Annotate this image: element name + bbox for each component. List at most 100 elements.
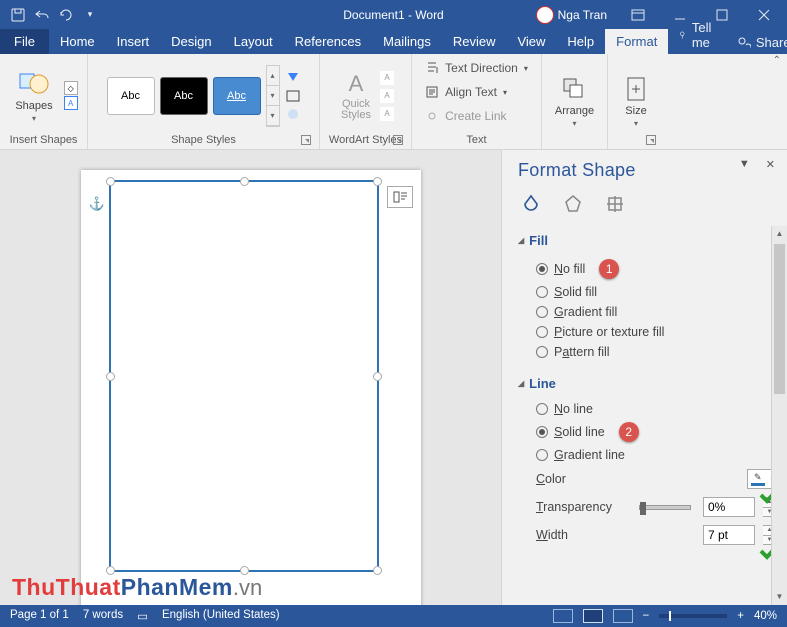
line-color-label: Color — [536, 472, 739, 486]
line-option-gradient[interactable]: Gradient line — [518, 445, 777, 465]
shape-style-2[interactable]: Abc — [160, 77, 208, 115]
edit-shape-icon[interactable]: ◇ — [64, 81, 78, 95]
tab-help[interactable]: Help — [556, 29, 605, 54]
ribbon: Shapes▾ ◇ A Insert Shapes Abc Abc Abc ▴▾… — [0, 54, 787, 150]
tab-mailings[interactable]: Mailings — [372, 29, 442, 54]
zoom-out-button[interactable]: − — [643, 610, 650, 622]
size-dialog-launcher[interactable] — [646, 135, 656, 145]
status-language[interactable]: English (United States) — [162, 609, 280, 623]
pane-tab-effects[interactable] — [560, 191, 586, 217]
text-direction-button[interactable]: Text Direction▾ — [425, 57, 528, 79]
group-shape-styles: Shape Styles — [94, 134, 313, 149]
line-width-label: Width — [536, 528, 695, 542]
redo-icon[interactable] — [58, 7, 74, 23]
size-button[interactable]: Size▾ — [619, 73, 653, 130]
width-input[interactable] — [703, 525, 755, 545]
fill-option-picture[interactable]: Picture or texture fill — [518, 322, 777, 342]
resize-handle[interactable] — [106, 177, 115, 186]
annotation-badge-1: 1 — [599, 259, 619, 279]
line-option-no-line[interactable]: No line — [518, 399, 777, 419]
text-effects-icon: A — [380, 107, 394, 121]
undo-icon[interactable] — [34, 7, 50, 23]
annotation-badge-2: 2 — [619, 422, 639, 442]
transparency-slider[interactable] — [639, 505, 691, 510]
shape-outline-icon[interactable] — [285, 89, 301, 103]
status-bar: Page 1 of 1 7 words ▭ English (United St… — [0, 605, 787, 627]
resize-handle[interactable] — [373, 566, 382, 575]
resize-handle[interactable] — [373, 177, 382, 186]
resize-handle[interactable] — [373, 372, 382, 381]
tab-design[interactable]: Design — [160, 29, 222, 54]
line-transparency-label: Transparency — [536, 500, 631, 514]
layout-options-button[interactable] — [387, 186, 413, 208]
tell-me[interactable]: Tell me — [668, 16, 727, 54]
line-option-solid[interactable]: Solid line2 — [518, 419, 777, 445]
pane-tab-fill-line[interactable] — [518, 191, 544, 217]
fill-option-pattern[interactable]: Pattern fill — [518, 342, 777, 362]
page: ⚓ — [81, 170, 421, 605]
wordart-dialog-launcher[interactable] — [393, 135, 403, 145]
fill-option-solid[interactable]: Solid fill — [518, 282, 777, 302]
zoom-in-button[interactable]: + — [737, 610, 744, 622]
ribbon-display-button[interactable] — [621, 0, 655, 29]
arrange-button[interactable]: Arrange▾ — [549, 73, 600, 130]
shape-fill-icon[interactable] — [285, 71, 301, 85]
resize-handle[interactable] — [106, 372, 115, 381]
anchor-icon: ⚓ — [89, 196, 105, 212]
tab-layout[interactable]: Layout — [223, 29, 284, 54]
user-name: Nga Tran — [558, 8, 607, 22]
share-button[interactable]: Share — [727, 31, 787, 54]
status-spellcheck-icon[interactable]: ▭ — [137, 609, 148, 623]
zoom-level[interactable]: 40% — [754, 610, 777, 622]
tab-review[interactable]: Review — [442, 29, 507, 54]
tab-home[interactable]: Home — [49, 29, 106, 54]
quick-access-toolbar: ▾ — [0, 7, 108, 23]
group-text: Text — [418, 134, 535, 149]
text-fill-icon: A — [380, 71, 394, 85]
close-button[interactable] — [747, 0, 781, 29]
collapse-ribbon-icon[interactable]: ⌃ — [773, 55, 781, 66]
shape-styles-dialog-launcher[interactable] — [301, 135, 311, 145]
tab-format[interactable]: Format — [605, 29, 668, 54]
view-web-layout[interactable] — [613, 609, 633, 623]
tab-view[interactable]: View — [506, 29, 556, 54]
customize-qat-icon[interactable]: ▾ — [82, 7, 98, 23]
group-insert-shapes: Insert Shapes — [6, 134, 81, 149]
tab-insert[interactable]: Insert — [106, 29, 161, 54]
shape-style-more[interactable]: ▴▾▾ — [266, 65, 280, 127]
status-words[interactable]: 7 words — [83, 609, 123, 623]
document-area[interactable]: ⚓ — [0, 150, 501, 605]
create-link-button: Create Link — [425, 105, 506, 127]
save-icon[interactable] — [10, 7, 26, 23]
zoom-slider[interactable] — [659, 614, 727, 618]
shape-style-3[interactable]: Abc — [213, 77, 261, 115]
pane-menu-icon[interactable]: ▼ — [739, 158, 750, 171]
pane-scrollbar[interactable]: ▲▼ — [771, 226, 787, 605]
fill-option-no-fill[interactable]: No fill1 — [518, 256, 777, 282]
view-print-layout[interactable] — [583, 609, 603, 623]
line-section-header[interactable]: Line — [518, 376, 777, 391]
tab-references[interactable]: References — [284, 29, 372, 54]
user-avatar-icon — [536, 6, 554, 24]
align-text-button[interactable]: Align Text▾ — [425, 81, 507, 103]
fill-section-header[interactable]: Fill — [518, 233, 777, 248]
transparency-input[interactable] — [703, 497, 755, 517]
selected-shape[interactable] — [109, 180, 379, 572]
pane-tab-layout[interactable] — [602, 191, 628, 217]
text-outline-icon: A — [380, 89, 394, 103]
resize-handle[interactable] — [240, 177, 249, 186]
view-read-mode[interactable] — [553, 609, 573, 623]
wordart-quick-styles: A Quick Styles — [337, 71, 375, 121]
draw-text-box-icon[interactable]: A — [64, 96, 78, 110]
pane-close-icon[interactable]: ✕ — [766, 158, 775, 171]
user-account[interactable]: Nga Tran — [536, 6, 607, 24]
shape-effects-icon[interactable] — [285, 107, 301, 121]
tab-file[interactable]: File — [0, 29, 49, 54]
group-wordart-styles: WordArt Styles — [326, 134, 405, 149]
shapes-gallery-button[interactable]: Shapes▾ — [9, 66, 58, 125]
shape-style-1[interactable]: Abc — [107, 77, 155, 115]
status-page[interactable]: Page 1 of 1 — [10, 609, 69, 623]
fill-option-gradient[interactable]: Gradient fill — [518, 302, 777, 322]
ribbon-tabs: File Home Insert Design Layout Reference… — [0, 29, 787, 54]
group-size — [614, 146, 658, 149]
